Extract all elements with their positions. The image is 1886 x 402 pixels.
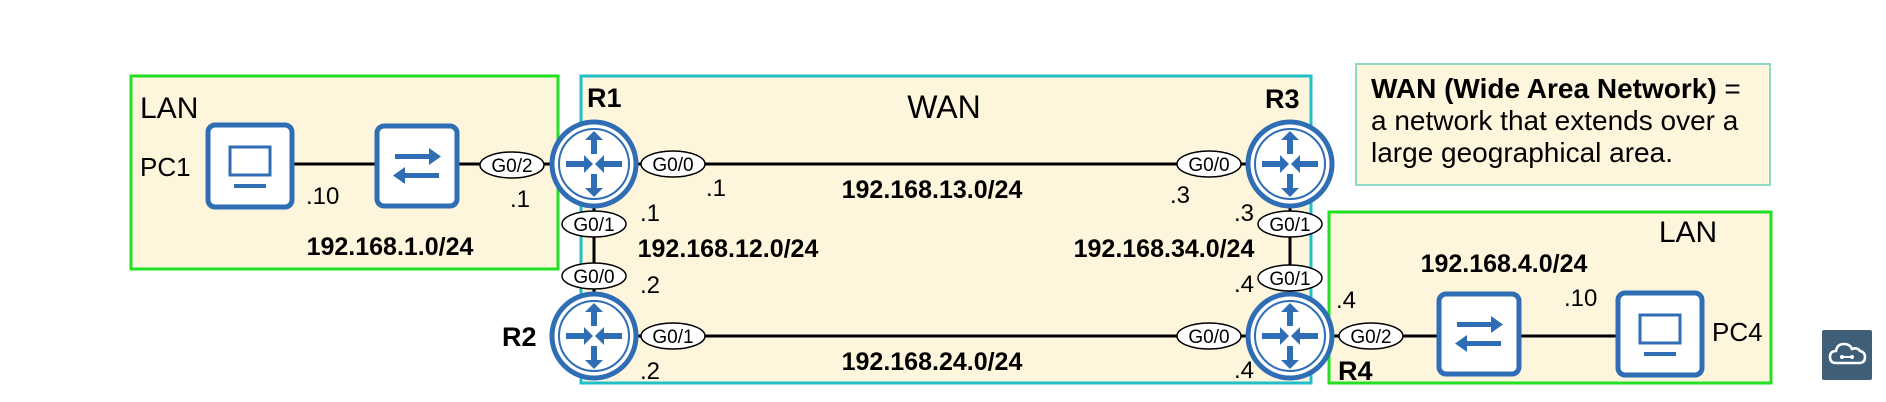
r3-label: R3: [1265, 84, 1300, 114]
r3-router-icon: [1248, 122, 1332, 206]
r1-g02-ip: .1: [510, 186, 530, 213]
r4-g00-ip: .4: [1234, 357, 1254, 384]
svg-text:G0/2: G0/2: [1350, 327, 1391, 348]
sw1-switch-icon: [377, 126, 457, 206]
if-r1-g02: G0/2: [479, 151, 545, 179]
svg-text:G0/0: G0/0: [1188, 327, 1229, 348]
sw4-switch-icon: [1439, 294, 1519, 374]
if-r4-g00: G0/0: [1176, 322, 1242, 350]
network-diagram: G0/2 G0/0 G0/0 G0/1 G0/0 G0/1 G0/1 G0/1 …: [129, 74, 1773, 386]
svg-text:G0/2: G0/2: [491, 156, 532, 177]
r1-g00-ip: .1: [706, 175, 726, 202]
subnet-lan-left: 192.168.1.0/24: [307, 233, 474, 261]
if-r2-g01: G0/1: [640, 322, 706, 350]
r2-router-icon: [552, 294, 636, 378]
r2-label: R2: [502, 322, 537, 352]
r4-label: R4: [1338, 356, 1373, 386]
subnet-r3-r4: 192.168.34.0/24: [1074, 235, 1255, 263]
pc4-label: PC4: [1712, 317, 1763, 347]
subnet-r1-r2: 192.168.12.0/24: [638, 235, 819, 263]
if-r3-g01: G0/1: [1257, 210, 1323, 238]
pc1-ip: .10: [306, 183, 339, 210]
subnet-r1-r3: 192.168.13.0/24: [842, 176, 1023, 204]
pc1-computer-icon: [208, 125, 292, 207]
svg-text:G0/0: G0/0: [573, 267, 614, 288]
if-r2-g00: G0/0: [561, 262, 627, 290]
cloud-logo-icon: [1822, 330, 1872, 380]
wan-definition-term: WAN (Wide Area Network): [1371, 73, 1717, 104]
pc4-ip: .10: [1564, 285, 1597, 312]
svg-text:G0/1: G0/1: [652, 327, 693, 348]
subnet-lan-right: 192.168.4.0/24: [1421, 250, 1588, 278]
if-r1-g01: G0/1: [561, 210, 627, 238]
pc1-label: PC1: [140, 152, 191, 182]
subnet-r2-r4: 192.168.24.0/24: [842, 348, 1023, 376]
r1-label: R1: [587, 83, 622, 113]
r4-g01-ip: .4: [1234, 271, 1254, 298]
r3-g00-ip: .3: [1170, 182, 1190, 209]
if-r1-g00: G0/0: [640, 150, 706, 178]
if-r4-g02: G0/2: [1338, 322, 1404, 350]
wan-definition-box: WAN (Wide Area Network) = a network that…: [1355, 63, 1771, 186]
r1-router-icon: [552, 122, 636, 206]
r4-g02-ip: .4: [1336, 287, 1356, 314]
r4-router-icon: [1248, 294, 1332, 378]
pc4-computer-icon: [1618, 293, 1702, 375]
svg-text:G0/0: G0/0: [652, 155, 693, 176]
svg-text:G0/1: G0/1: [1269, 215, 1310, 236]
if-r3-g00: G0/0: [1176, 150, 1242, 178]
wan-label: WAN: [907, 89, 980, 125]
svg-text:G0/1: G0/1: [573, 215, 614, 236]
r2-g01-ip: .2: [640, 358, 660, 385]
svg-text:G0/0: G0/0: [1188, 155, 1229, 176]
r3-g01-ip: .3: [1234, 200, 1254, 227]
svg-text:G0/1: G0/1: [1269, 269, 1310, 290]
r2-g00-ip: .2: [640, 272, 660, 299]
r1-g01-ip: .1: [640, 200, 660, 227]
lan-right-label: LAN: [1659, 216, 1717, 249]
if-r4-g01: G0/1: [1257, 264, 1323, 292]
lan-left-label: LAN: [140, 92, 198, 125]
